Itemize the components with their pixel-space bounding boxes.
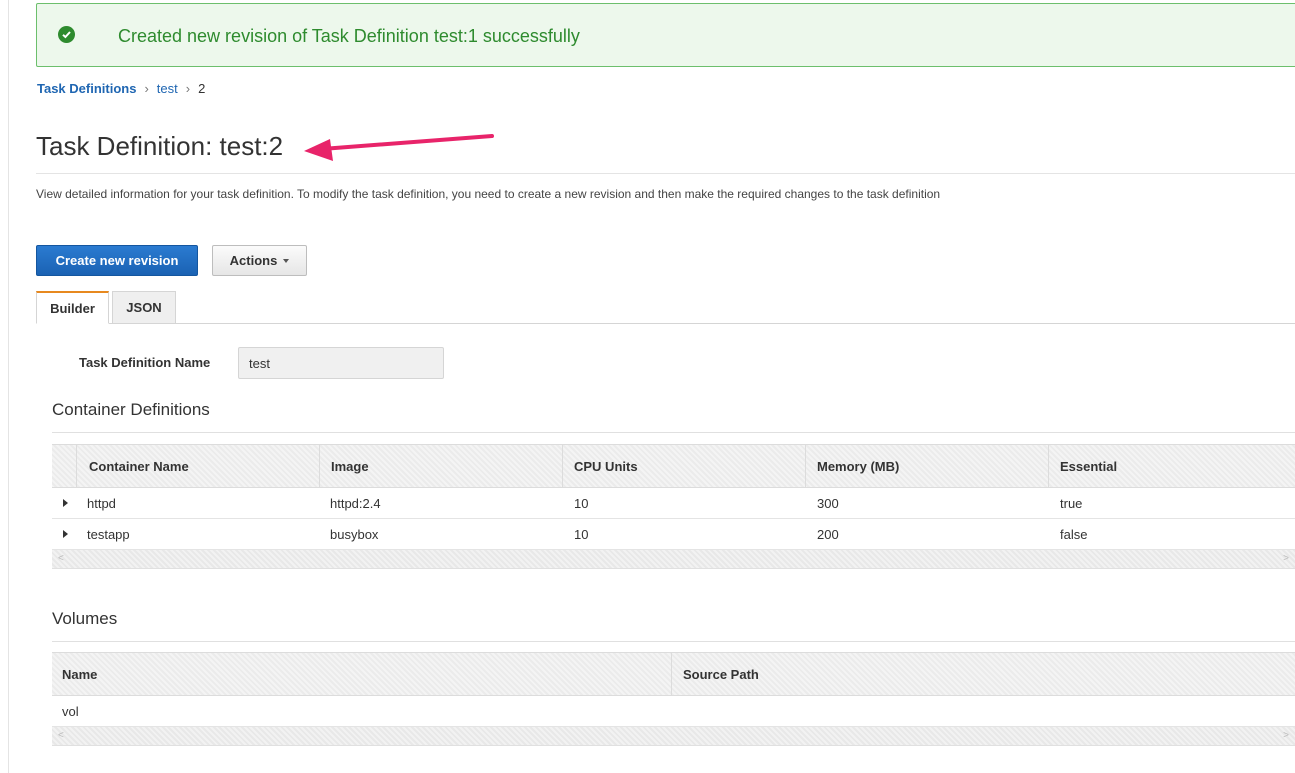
breadcrumb-revision: 2 bbox=[198, 81, 206, 96]
column-divider bbox=[671, 653, 672, 695]
scroll-left-icon[interactable]: < bbox=[58, 730, 64, 741]
column-divider bbox=[805, 445, 806, 487]
memory-cell: 200 bbox=[817, 526, 839, 542]
volume-name-cell: vol bbox=[62, 703, 79, 719]
essential-cell: false bbox=[1060, 526, 1088, 542]
horizontal-scrollbar[interactable]: < > bbox=[52, 550, 1295, 569]
task-definition-name-label: Task Definition Name bbox=[79, 355, 211, 370]
section-divider bbox=[52, 432, 1295, 433]
breadcrumb: Task Definitions › test › 2 bbox=[37, 81, 205, 96]
column-header-image[interactable]: Image bbox=[331, 445, 369, 487]
scroll-right-icon[interactable]: > bbox=[1283, 553, 1289, 564]
flash-message: Created new revision of Task Definition … bbox=[118, 26, 580, 46]
image-cell: httpd:2.4 bbox=[330, 495, 381, 511]
volumes-table: Name Source Path vol < > bbox=[52, 652, 1295, 746]
horizontal-scrollbar[interactable]: < > bbox=[52, 727, 1295, 746]
essential-cell: true bbox=[1060, 495, 1083, 511]
title-divider bbox=[36, 173, 1295, 174]
actions-label: Actions bbox=[229, 253, 278, 268]
breadcrumb-family[interactable]: test bbox=[157, 81, 178, 96]
section-divider bbox=[52, 641, 1295, 642]
cpu-units-cell: 10 bbox=[574, 526, 589, 542]
expand-triangle-icon[interactable] bbox=[63, 530, 68, 538]
column-header-source-path[interactable]: Source Path bbox=[683, 653, 759, 695]
left-border bbox=[8, 0, 9, 773]
column-header-container-name[interactable]: Container Name bbox=[89, 445, 189, 487]
chevron-right-icon: › bbox=[185, 81, 191, 96]
tab-json[interactable]: JSON bbox=[112, 291, 176, 323]
table-row[interactable]: testapp busybox 10 200 false bbox=[52, 519, 1295, 550]
breadcrumb-task-definitions[interactable]: Task Definitions bbox=[37, 81, 136, 96]
annotation-arrow-icon bbox=[304, 134, 494, 161]
cpu-units-cell: 10 bbox=[574, 495, 589, 511]
chevron-right-icon: › bbox=[144, 81, 149, 96]
column-divider bbox=[76, 445, 77, 487]
tab-bar: Builder JSON bbox=[36, 291, 1295, 324]
column-divider bbox=[562, 445, 563, 487]
create-new-revision-button[interactable]: Create new revision bbox=[36, 245, 198, 276]
caret-down-icon bbox=[283, 258, 290, 263]
column-header-essential[interactable]: Essential bbox=[1060, 445, 1117, 487]
container-definitions-title: Container Definitions bbox=[52, 400, 210, 419]
scroll-right-icon[interactable]: > bbox=[1283, 730, 1289, 741]
container-definitions-table: Container Name Image CPU Units Memory (M… bbox=[52, 444, 1295, 569]
table-row[interactable]: vol bbox=[52, 696, 1295, 727]
column-header-cpu-units[interactable]: CPU Units bbox=[574, 445, 638, 487]
volumes-title: Volumes bbox=[52, 609, 118, 628]
success-flash: Created new revision of Task Definition … bbox=[36, 3, 1295, 67]
column-divider bbox=[1048, 445, 1049, 487]
scroll-left-icon[interactable]: < bbox=[58, 553, 64, 564]
image-cell: busybox bbox=[330, 526, 379, 542]
container-name-cell: testapp bbox=[87, 526, 130, 542]
column-header-memory[interactable]: Memory (MB) bbox=[817, 445, 899, 487]
table-header: Name Source Path bbox=[52, 652, 1295, 696]
column-divider bbox=[319, 445, 320, 487]
table-row[interactable]: httpd httpd:2.4 10 300 true bbox=[52, 488, 1295, 519]
container-name-cell: httpd bbox=[87, 495, 116, 511]
actions-dropdown-button[interactable]: Actions bbox=[212, 245, 307, 276]
page-description: View detailed information for your task … bbox=[36, 187, 941, 201]
page-title: Task Definition: test:2 bbox=[36, 131, 284, 161]
tab-builder[interactable]: Builder bbox=[36, 291, 109, 324]
table-header: Container Name Image CPU Units Memory (M… bbox=[52, 444, 1295, 488]
check-circle-icon bbox=[58, 26, 75, 43]
expand-triangle-icon[interactable] bbox=[63, 499, 68, 507]
column-header-name[interactable]: Name bbox=[62, 653, 97, 695]
task-definition-name-field: test bbox=[238, 347, 444, 379]
memory-cell: 300 bbox=[817, 495, 839, 511]
